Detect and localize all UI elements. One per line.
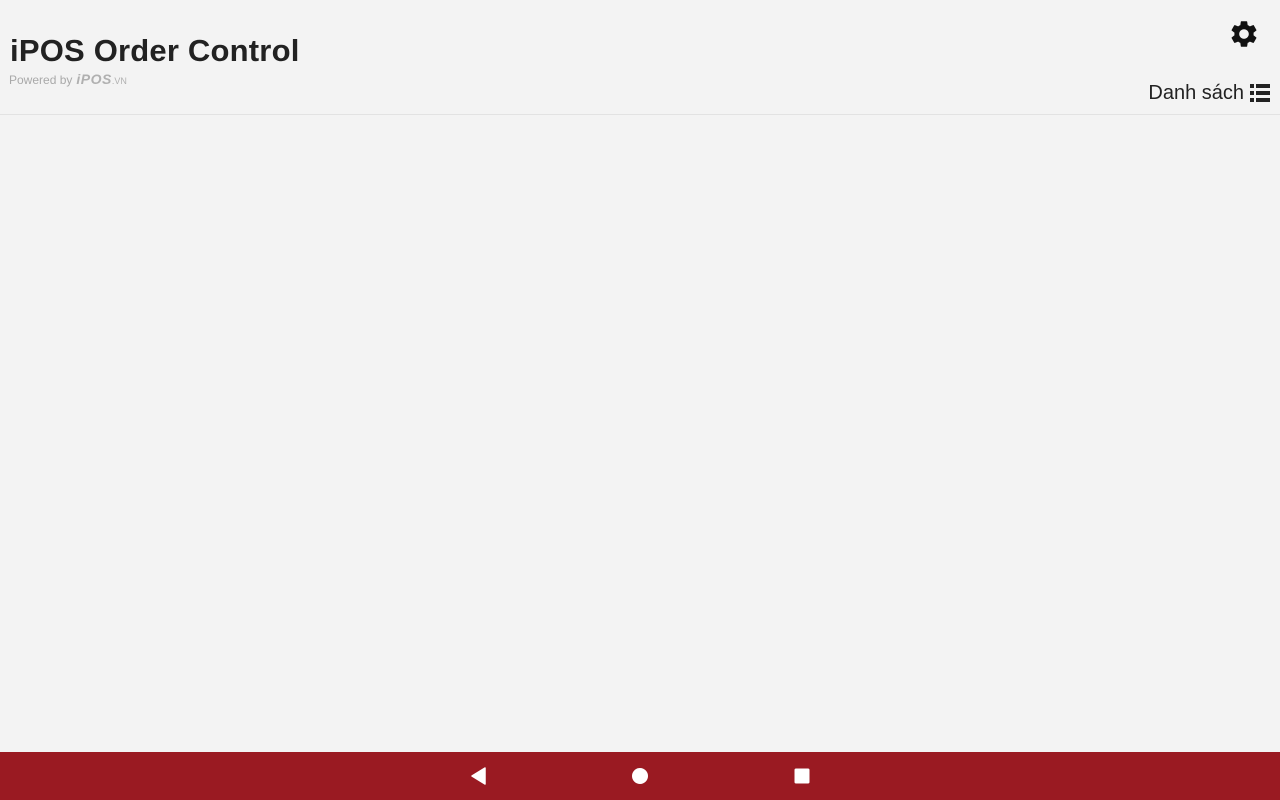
main-content-area <box>0 116 1280 752</box>
app-title: iPOS Order Control <box>10 33 300 68</box>
back-button[interactable] <box>467 764 491 788</box>
settings-button[interactable] <box>1228 18 1260 50</box>
back-triangle-icon <box>471 767 486 785</box>
app-root: iPOS Order Control Powered by iPOS .VN D… <box>0 0 1280 800</box>
recents-button[interactable] <box>790 764 814 788</box>
gear-icon <box>1231 21 1257 47</box>
app-header: iPOS Order Control Powered by iPOS .VN D… <box>0 0 1280 115</box>
list-button-label: Danh sách <box>1148 81 1244 104</box>
powered-by-label: Powered by <box>9 73 73 87</box>
powered-by: Powered by iPOS .VN <box>9 71 127 87</box>
home-circle-icon <box>632 768 648 784</box>
recents-square-icon <box>794 768 810 784</box>
system-navigation-bar <box>0 752 1280 800</box>
brand-logo-suffix: .VN <box>111 76 127 86</box>
brand-logo: iPOS <box>76 71 112 87</box>
home-button[interactable] <box>628 764 652 788</box>
list-icon <box>1250 84 1270 102</box>
list-button[interactable]: Danh sách <box>1148 80 1270 106</box>
